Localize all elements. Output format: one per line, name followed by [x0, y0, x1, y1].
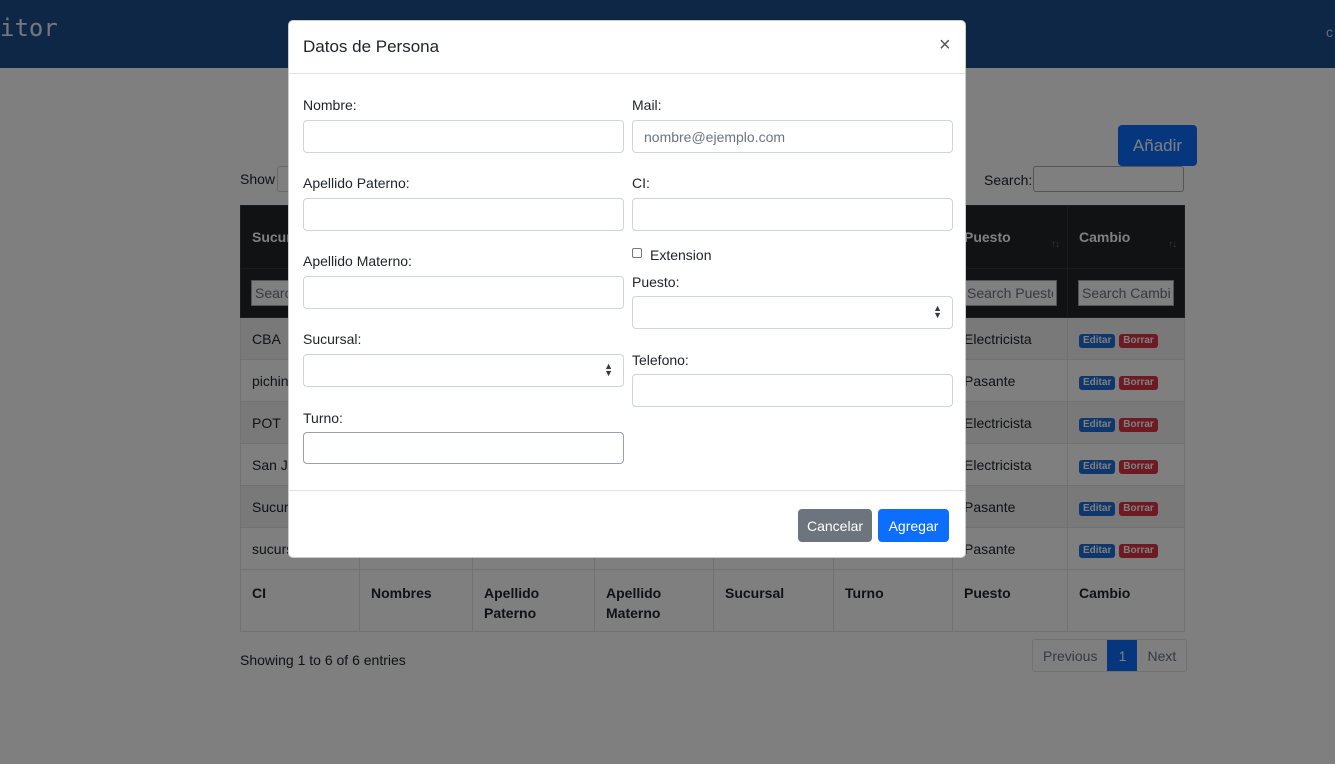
sucursal-label: Sucursal:	[303, 331, 362, 347]
apellido-paterno-label: Apellido Paterno:	[303, 175, 410, 191]
mail-label: Mail:	[632, 97, 662, 113]
apellido-materno-input[interactable]	[303, 276, 624, 309]
ci-label: CI:	[632, 175, 650, 191]
modal-header: Datos de Persona ×	[289, 21, 965, 74]
telefono-input[interactable]	[632, 374, 953, 407]
nombre-label: Nombre:	[303, 97, 357, 113]
datos-persona-modal: Datos de Persona × Nombre: Apellido Pate…	[288, 20, 966, 558]
agregar-button[interactable]: Agregar	[878, 509, 949, 542]
extension-checkbox[interactable]	[632, 248, 642, 258]
close-icon[interactable]: ×	[939, 34, 951, 57]
apellido-materno-label: Apellido Materno:	[303, 253, 412, 269]
ci-input[interactable]	[632, 198, 953, 231]
mail-input[interactable]	[632, 120, 953, 153]
puesto-select[interactable]: ▲ ▼	[632, 296, 953, 329]
select-caret-icon: ▲ ▼	[604, 361, 613, 378]
modal-title: Datos de Persona	[303, 37, 440, 56]
cancel-button[interactable]: Cancelar	[798, 509, 872, 542]
apellido-paterno-input[interactable]	[303, 198, 624, 231]
modal-footer: Cancelar Agregar	[289, 490, 965, 557]
turno-input[interactable]	[303, 432, 624, 464]
telefono-label: Telefono:	[632, 352, 689, 368]
select-caret-icon: ▲ ▼	[933, 303, 942, 320]
nombre-input[interactable]	[303, 120, 624, 153]
turno-label: Turno:	[303, 410, 343, 426]
extension-label[interactable]: Extension	[650, 247, 711, 263]
puesto-label: Puesto:	[632, 274, 680, 290]
sucursal-select[interactable]: ▲ ▼	[303, 354, 624, 387]
